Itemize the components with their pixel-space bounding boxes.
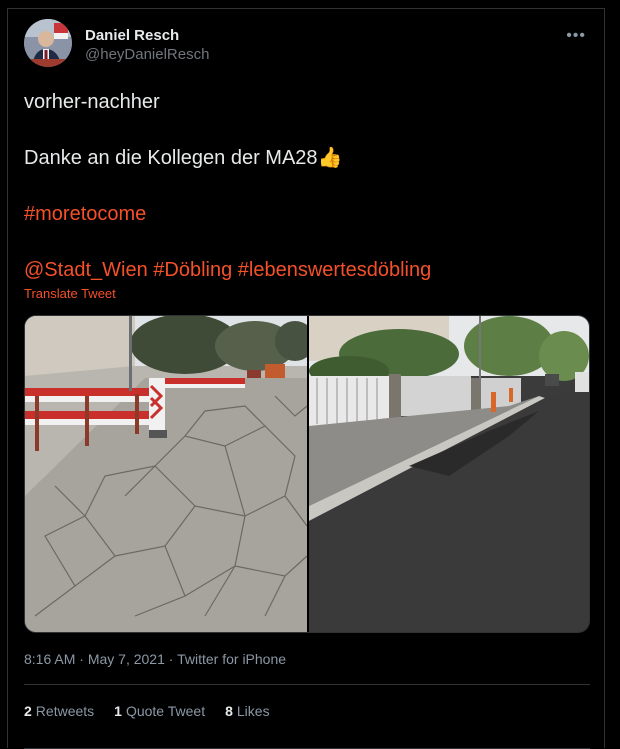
- meta-separator: ·: [168, 651, 174, 667]
- meta-separator: ·: [79, 651, 84, 667]
- tweet-stats: 2 Retweets 1 Quote Tweet 8 Likes: [24, 703, 270, 719]
- retweets-label: Retweets: [35, 703, 95, 719]
- mention-stadt-wien[interactable]: @Stadt_Wien: [24, 259, 148, 281]
- likes-stat[interactable]: 8 Likes: [225, 703, 269, 719]
- media-photos: [25, 316, 589, 632]
- hashtag-doebling[interactable]: #Döbling: [153, 259, 232, 281]
- likes-count: 8: [225, 703, 233, 719]
- divider: [24, 684, 590, 685]
- tweet-text-line-2: Danke an die Kollegen der MA28👍: [24, 145, 342, 171]
- translate-tweet-link[interactable]: Translate Tweet: [24, 286, 116, 301]
- avatar[interactable]: [24, 19, 72, 67]
- tweet-text-line-1: vorher-nachher: [24, 91, 160, 113]
- display-name[interactable]: Daniel Resch: [85, 27, 209, 45]
- retweets-stat[interactable]: 2 Retweets: [24, 703, 94, 719]
- avatar-image: [24, 19, 72, 67]
- quotes-label: Quote Tweet: [125, 703, 206, 719]
- quotes-count: 1: [114, 703, 122, 719]
- tweet-meta: 8:16 AM · May 7, 2021 · Twitter for iPho…: [24, 651, 286, 667]
- thanks-text: Danke an die Kollegen der MA28: [24, 147, 318, 169]
- tweet-header: Daniel Resch @heyDanielResch •••: [24, 19, 590, 69]
- tweet-card: Daniel Resch @heyDanielResch ••• vorher-…: [7, 8, 605, 749]
- retweets-count: 2: [24, 703, 32, 719]
- hashtag-moretocome[interactable]: #moretocome: [24, 203, 146, 225]
- tweet-time[interactable]: 8:16 AM: [24, 651, 75, 667]
- more-options-icon[interactable]: •••: [566, 27, 586, 45]
- before-photo: [25, 316, 315, 632]
- tweet-text-line-3: #moretocome: [24, 201, 146, 227]
- hashtag-lebenswertesdoebling[interactable]: #lebenswertesdöbling: [238, 259, 431, 281]
- thumbs-up-icon: 👍: [317, 147, 343, 169]
- after-photo: [309, 316, 589, 632]
- tweet-media[interactable]: [24, 315, 590, 633]
- tweet-source[interactable]: Twitter for iPhone: [177, 651, 286, 667]
- tweet-date[interactable]: May 7, 2021: [88, 651, 165, 667]
- author-names: Daniel Resch @heyDanielResch: [85, 27, 209, 65]
- quote-tweets-stat[interactable]: 1 Quote Tweet: [114, 703, 205, 719]
- tweet-text-line-4: @Stadt_Wien #Döbling #lebenswertesdöblin…: [24, 257, 431, 283]
- user-handle[interactable]: @heyDanielResch: [85, 45, 209, 65]
- likes-label: Likes: [236, 703, 270, 719]
